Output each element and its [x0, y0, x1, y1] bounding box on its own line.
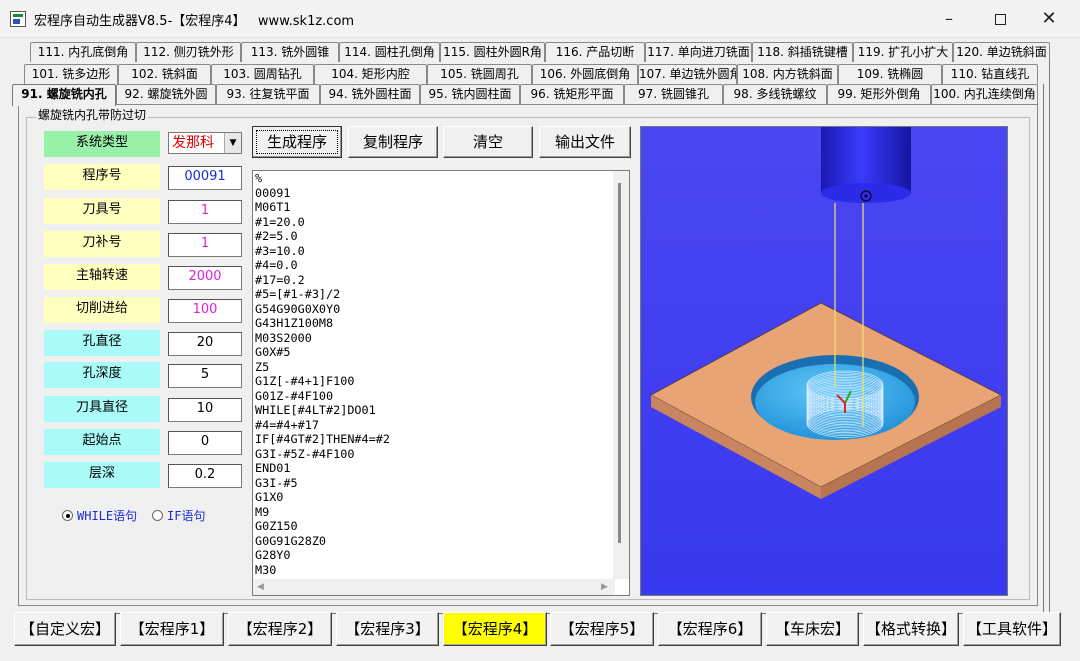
- tab-tabs.row3.2[interactable]: 93. 往复铣平面: [216, 84, 320, 104]
- param-input[interactable]: 0: [168, 431, 242, 455]
- param-label: 程序号: [44, 164, 160, 190]
- tab-tabs.row1.6[interactable]: 117. 单向进刀铣面: [645, 42, 752, 62]
- bottom-tab-button[interactable]: 【自定义宏】: [14, 612, 116, 646]
- export-button[interactable]: 输出文件: [539, 126, 631, 158]
- param-label: 孔直径: [44, 330, 160, 356]
- radio-checked-icon: [62, 510, 73, 521]
- bottom-tab-button[interactable]: 【车床宏】: [766, 612, 859, 646]
- horizontal-scrollbar[interactable]: ◀ ▶: [253, 579, 615, 595]
- maximize-button[interactable]: [983, 6, 1017, 32]
- param-label: 刀具号: [44, 198, 160, 224]
- bottom-tab-button[interactable]: 【宏程序2】: [228, 612, 332, 646]
- param-input[interactable]: 10: [168, 398, 242, 422]
- param-label: 刀具直径: [44, 396, 160, 422]
- bottom-tab-button[interactable]: 【宏程序3】: [336, 612, 439, 646]
- scroll-right-icon[interactable]: ▶: [601, 582, 608, 592]
- param-label: 孔深度: [44, 362, 160, 388]
- tab-tabs.row3.9[interactable]: 100. 内孔连续倒角: [931, 84, 1038, 104]
- tab-tabs.row1.8[interactable]: 119. 扩孔小扩大: [853, 42, 953, 62]
- 3d-preview-canvas: [641, 127, 1007, 595]
- while-radio-label: WHILE语句: [77, 509, 138, 523]
- while-radio[interactable]: WHILE语句: [62, 507, 137, 524]
- tab-tabs.row3.6[interactable]: 97. 铣圆锥孔: [624, 84, 723, 104]
- tab-tabs.row2.5[interactable]: 106. 外圆底倒角: [532, 64, 638, 84]
- bottom-tab-button[interactable]: 【宏程序5】: [550, 612, 654, 646]
- tab-tabs.row3.0[interactable]: 91. 螺旋铣内孔: [12, 84, 116, 106]
- param-input[interactable]: 0.2: [168, 464, 242, 488]
- dropdown-arrow-icon[interactable]: ▼: [224, 133, 241, 153]
- generate-button[interactable]: 生成程序: [252, 126, 342, 158]
- tab-tabs.row3.1[interactable]: 92. 螺旋铣外圆: [116, 84, 216, 104]
- param-input[interactable]: 20: [168, 332, 242, 356]
- tab-tabs.row2.9[interactable]: 110. 钻直线孔: [942, 64, 1038, 84]
- tab-tabs.row1.9[interactable]: 120. 单边铣斜面: [953, 42, 1050, 62]
- param-input[interactable]: 1: [168, 200, 242, 224]
- tool-tip: [821, 183, 911, 203]
- tab-tabs.row1.1[interactable]: 112. 侧刃铣外形: [136, 42, 241, 62]
- 3d-preview[interactable]: [640, 126, 1008, 596]
- close-button[interactable]: ✕: [1032, 6, 1066, 32]
- if-radio-label: IF语句: [167, 509, 206, 523]
- system-type-label: 系统类型: [44, 131, 160, 157]
- param-input[interactable]: 100: [168, 299, 242, 323]
- window-title: 宏程序自动生成器V8.5-【宏程序4】 www.sk1z.com: [34, 14, 355, 29]
- tab-tabs.row1.3[interactable]: 114. 圆柱孔倒角: [339, 42, 440, 62]
- group-title: 螺旋铣内孔带防过切: [36, 106, 149, 123]
- tab-tabs.row2.4[interactable]: 105. 铣圆周孔: [427, 64, 532, 84]
- vertical-scrollbar[interactable]: [613, 171, 629, 579]
- param-label: 切削进给: [44, 297, 160, 323]
- param-label: 起始点: [44, 429, 160, 455]
- clear-button[interactable]: 清空: [443, 126, 533, 158]
- tab-tabs.row1.2[interactable]: 113. 铣外圆锥: [241, 42, 339, 62]
- tab-tabs.row3.8[interactable]: 99. 矩形外倒角: [827, 84, 931, 104]
- tab-tabs.row3.4[interactable]: 95. 铣内圆柱面: [420, 84, 520, 104]
- app-icon: [10, 11, 26, 27]
- tab-tabs.row3.7[interactable]: 98. 多线铣螺纹: [723, 84, 827, 104]
- param-label: 主轴转速: [44, 264, 160, 290]
- param-label: 层深: [44, 462, 160, 488]
- tab-tabs.row1.0[interactable]: 111. 内孔底倒角: [30, 42, 136, 62]
- minimize-button[interactable]: –: [932, 6, 966, 32]
- bottom-tab-button[interactable]: 【格式转换】: [863, 612, 959, 646]
- bottom-tab-button[interactable]: 【宏程序6】: [658, 612, 762, 646]
- tab-tabs.row2.1[interactable]: 102. 铣斜面: [118, 64, 211, 84]
- tab-tabs.row2.7[interactable]: 108. 内方铣斜面: [737, 64, 838, 84]
- copy-button[interactable]: 复制程序: [348, 126, 438, 158]
- code-textarea[interactable]: % 00091 M06T1 #1=20.0 #2=5.0 #3=10.0 #4=…: [252, 170, 630, 596]
- bottom-tab-button[interactable]: 【宏程序4】: [443, 612, 547, 646]
- tab-tabs.row2.0[interactable]: 101. 铣多边形: [24, 64, 118, 84]
- system-type-value: 发那科: [172, 135, 214, 151]
- tab-tabs.row2.8[interactable]: 109. 铣椭圆: [838, 64, 942, 84]
- scroll-thumb[interactable]: [618, 183, 621, 543]
- bottom-tab-button[interactable]: 【工具软件】: [963, 612, 1061, 646]
- param-label: 刀补号: [44, 231, 160, 257]
- param-input[interactable]: 2000: [168, 266, 242, 290]
- scroll-left-icon[interactable]: ◀: [257, 582, 264, 592]
- bottom-tab-button[interactable]: 【宏程序1】: [120, 612, 224, 646]
- param-input[interactable]: 5: [168, 364, 242, 388]
- param-input[interactable]: 1: [168, 233, 242, 257]
- radio-unchecked-icon: [152, 510, 163, 521]
- param-input[interactable]: 00091: [168, 166, 242, 190]
- system-type-select[interactable]: 发那科 ▼: [168, 132, 242, 154]
- tab-tabs.row1.5[interactable]: 116. 产品切断: [545, 42, 645, 62]
- title-bar: 宏程序自动生成器V8.5-【宏程序4】 www.sk1z.com – ✕: [0, 0, 1080, 38]
- code-text: % 00091 M06T1 #1=20.0 #2=5.0 #3=10.0 #4=…: [255, 171, 390, 577]
- if-radio[interactable]: IF语句: [152, 507, 205, 524]
- tab-tabs.row1.4[interactable]: 115. 圆柱外圆R角: [440, 42, 545, 62]
- tab-tabs.row2.2[interactable]: 103. 圆周钻孔: [211, 64, 314, 84]
- tab-tabs.row2.3[interactable]: 104. 矩形内腔: [314, 64, 427, 84]
- tab-tabs.row1.7[interactable]: 118. 斜插铣键槽: [752, 42, 853, 62]
- tab-tabs.row3.3[interactable]: 94. 铣外圆柱面: [320, 84, 420, 104]
- tab-tabs.row2.6[interactable]: 107. 单边铣外圆角: [638, 64, 737, 84]
- tab-tabs.row3.5[interactable]: 96. 铣矩形平面: [520, 84, 624, 104]
